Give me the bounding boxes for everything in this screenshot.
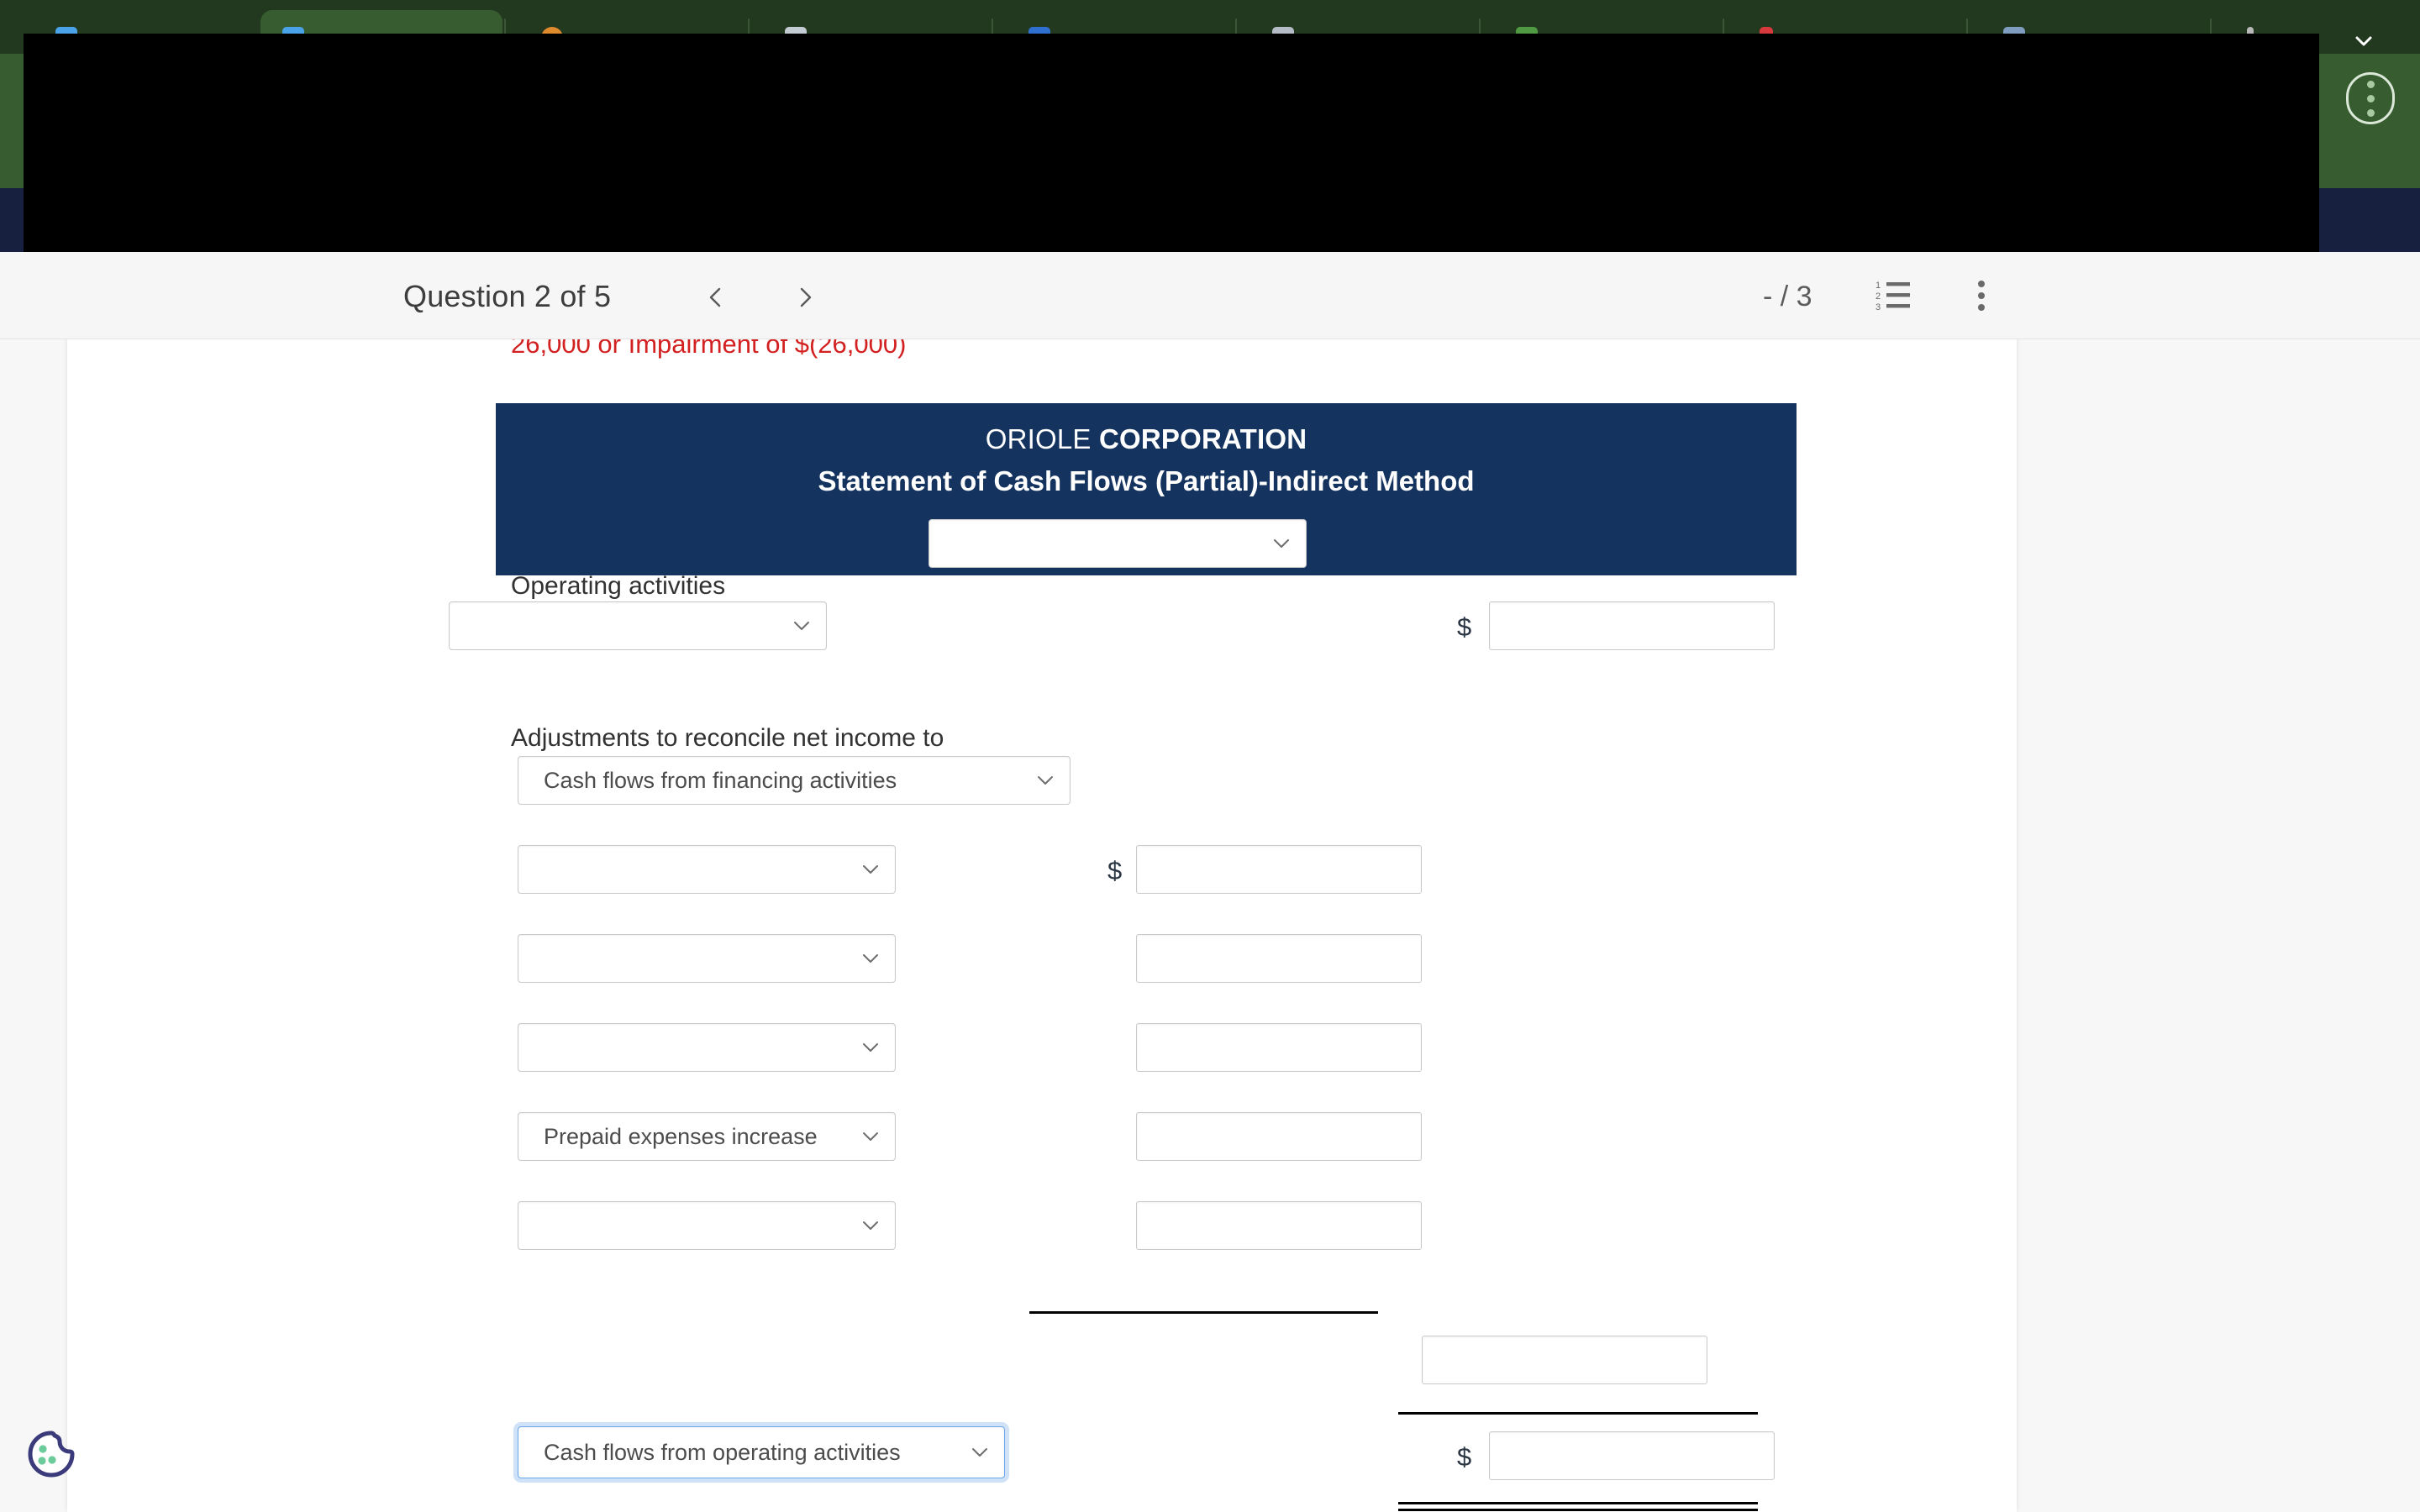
chrome-redaction-overlay xyxy=(24,34,2319,259)
chevron-down-icon xyxy=(1272,538,1291,549)
operating-activities-label: Operating activities xyxy=(511,572,726,600)
cookie-icon xyxy=(28,1431,75,1478)
adjustment-amount-input-row-2[interactable] xyxy=(1136,934,1422,983)
adjustments-basis-select-value: Cash flows from financing activities xyxy=(544,767,897,793)
svg-text:1: 1 xyxy=(1876,281,1881,291)
adjustment-amount-input-row-4[interactable] xyxy=(1136,1112,1422,1161)
chevron-down-icon xyxy=(1036,774,1055,786)
statement-subtitle: Statement of Cash Flows (Partial)-Indire… xyxy=(818,465,1475,496)
net-income-amount-input[interactable] xyxy=(1489,601,1775,650)
total-rule xyxy=(1398,1412,1758,1415)
adjustment-amount-input-row-1[interactable] xyxy=(1136,845,1422,894)
overflow-menu-button[interactable] xyxy=(1965,277,1998,314)
subtotal-rule xyxy=(1029,1311,1378,1314)
adjustment-dollar-sign-row-1: $ xyxy=(1107,856,1123,885)
adjustments-label: Adjustments to reconcile net income to xyxy=(511,724,944,752)
adjustment-amount-input-row-5[interactable] xyxy=(1136,1201,1422,1250)
kebab-menu-icon[interactable] xyxy=(2346,72,2395,124)
previous-question-button[interactable] xyxy=(696,277,736,318)
chevron-right-icon xyxy=(800,287,812,307)
adjustment-select-row-3[interactable] xyxy=(518,1023,896,1072)
total-line-select[interactable]: Cash flows from operating activities xyxy=(518,1426,1005,1478)
adjustment-select-value: Prepaid expenses increase xyxy=(544,1123,818,1149)
chevron-down-icon[interactable] xyxy=(2353,30,2375,52)
company-name: ORIOLE CORPORATION xyxy=(985,423,1307,454)
chevron-down-icon xyxy=(971,1446,989,1458)
cookie-consent-button[interactable] xyxy=(25,1428,77,1480)
subtotal-amount-input[interactable] xyxy=(1422,1336,1707,1384)
numbered-list-icon[interactable]: 1 2 3 xyxy=(1876,279,1912,312)
chevron-down-icon xyxy=(861,1131,880,1142)
net-income-select[interactable] xyxy=(449,601,827,650)
statement-banner: ORIOLE CORPORATION Statement of Cash Flo… xyxy=(496,403,1797,575)
chevron-left-icon xyxy=(709,287,721,307)
adjustment-select-row-5[interactable] xyxy=(518,1201,896,1250)
adjustments-basis-select[interactable]: Cash flows from financing activities xyxy=(518,756,1071,805)
adjustment-select-row-1[interactable] xyxy=(518,845,896,894)
chevron-down-icon xyxy=(792,620,811,632)
chevron-down-icon xyxy=(861,953,880,964)
chevron-down-icon xyxy=(861,1042,880,1053)
total-dollar-sign: $ xyxy=(1457,1442,1472,1472)
score-display: - / 3 xyxy=(1763,281,1812,312)
svg-text:2: 2 xyxy=(1876,291,1881,302)
adjustment-select-row-2[interactable] xyxy=(518,934,896,983)
next-question-button[interactable] xyxy=(785,277,825,318)
net-income-dollar-sign: $ xyxy=(1457,612,1472,642)
period-select[interactable] xyxy=(929,519,1307,568)
adjustment-amount-input-row-3[interactable] xyxy=(1136,1023,1422,1072)
feedback-text-clipped: 26,000 or Impairment of $(26,000) xyxy=(511,339,907,359)
adjustment-select-row-4[interactable]: Prepaid expenses increase xyxy=(518,1112,896,1161)
grand-total-double-rule xyxy=(1398,1502,1758,1511)
chevron-down-icon xyxy=(861,1220,880,1231)
page-scroll-area[interactable]: 26,000 or Impairment of $(26,000) ORIOLE… xyxy=(0,339,2420,1512)
question-content-card: 26,000 or Impairment of $(26,000) ORIOLE… xyxy=(67,339,2017,1512)
chevron-down-icon xyxy=(861,864,880,875)
page-title: Question 2 of 5 xyxy=(403,279,612,313)
svg-text:3: 3 xyxy=(1876,302,1881,312)
total-amount-input[interactable] xyxy=(1489,1431,1775,1480)
total-line-select-value: Cash flows from operating activities xyxy=(544,1439,901,1465)
assignment-header-bar: Question 2 of 5 - / 3 xyxy=(0,252,2420,339)
